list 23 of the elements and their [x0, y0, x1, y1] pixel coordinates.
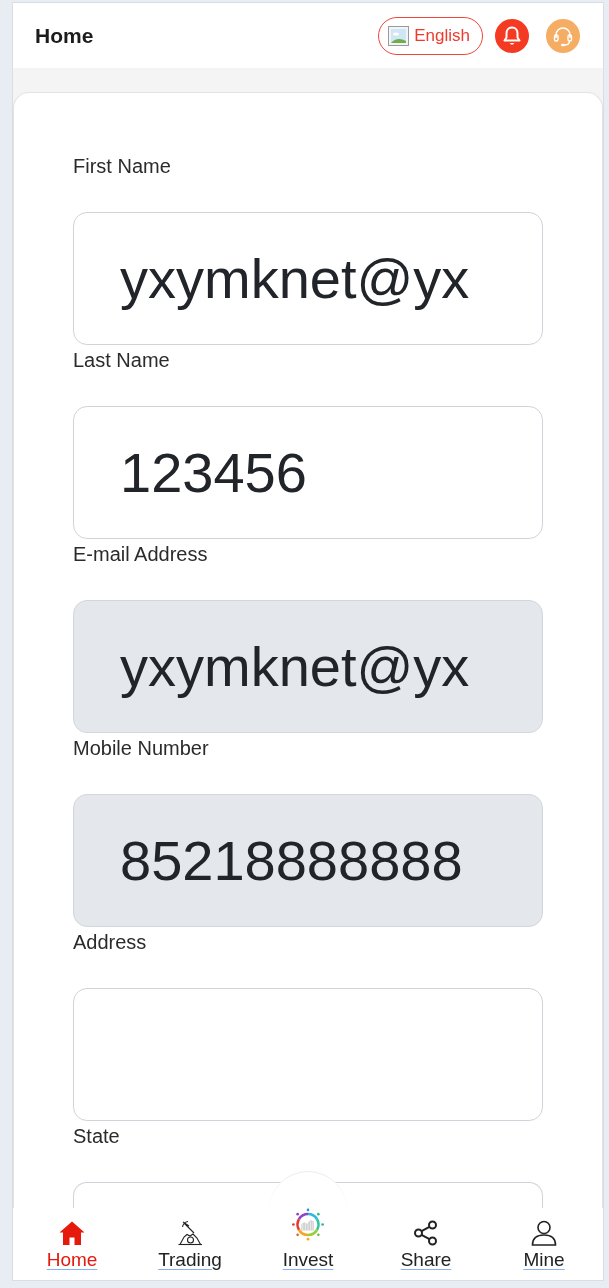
image-icon [388, 25, 410, 46]
field-label: Mobile Number [73, 737, 210, 760]
nav-tab[interactable]: Mine [485, 1208, 603, 1280]
bell-icon[interactable] [495, 18, 529, 53]
text-field[interactable]: yxymknet@yx [73, 212, 543, 345]
user-icon [531, 1220, 557, 1246]
language-button[interactable]: English [378, 16, 483, 55]
nav-tab[interactable]: Home [13, 1208, 131, 1280]
text-field[interactable] [73, 988, 543, 1121]
text-field[interactable]: 123456 [73, 406, 543, 539]
field-label: Address [73, 931, 148, 954]
field-label: State [73, 1125, 121, 1148]
home-icon [59, 1220, 85, 1246]
nav-tab[interactable]: Share [367, 1208, 485, 1280]
field-label: Last Name [73, 349, 171, 372]
pickaxe-icon [177, 1220, 203, 1246]
headset-icon[interactable] [546, 18, 580, 53]
field-label: E-mail Address [73, 543, 209, 566]
field-label: First Name [73, 155, 172, 178]
nav-tab[interactable]: Invest [249, 1208, 367, 1280]
share-icon [413, 1220, 439, 1246]
page-title: Home [35, 23, 94, 48]
nav-tab[interactable]: Trading [131, 1208, 249, 1280]
